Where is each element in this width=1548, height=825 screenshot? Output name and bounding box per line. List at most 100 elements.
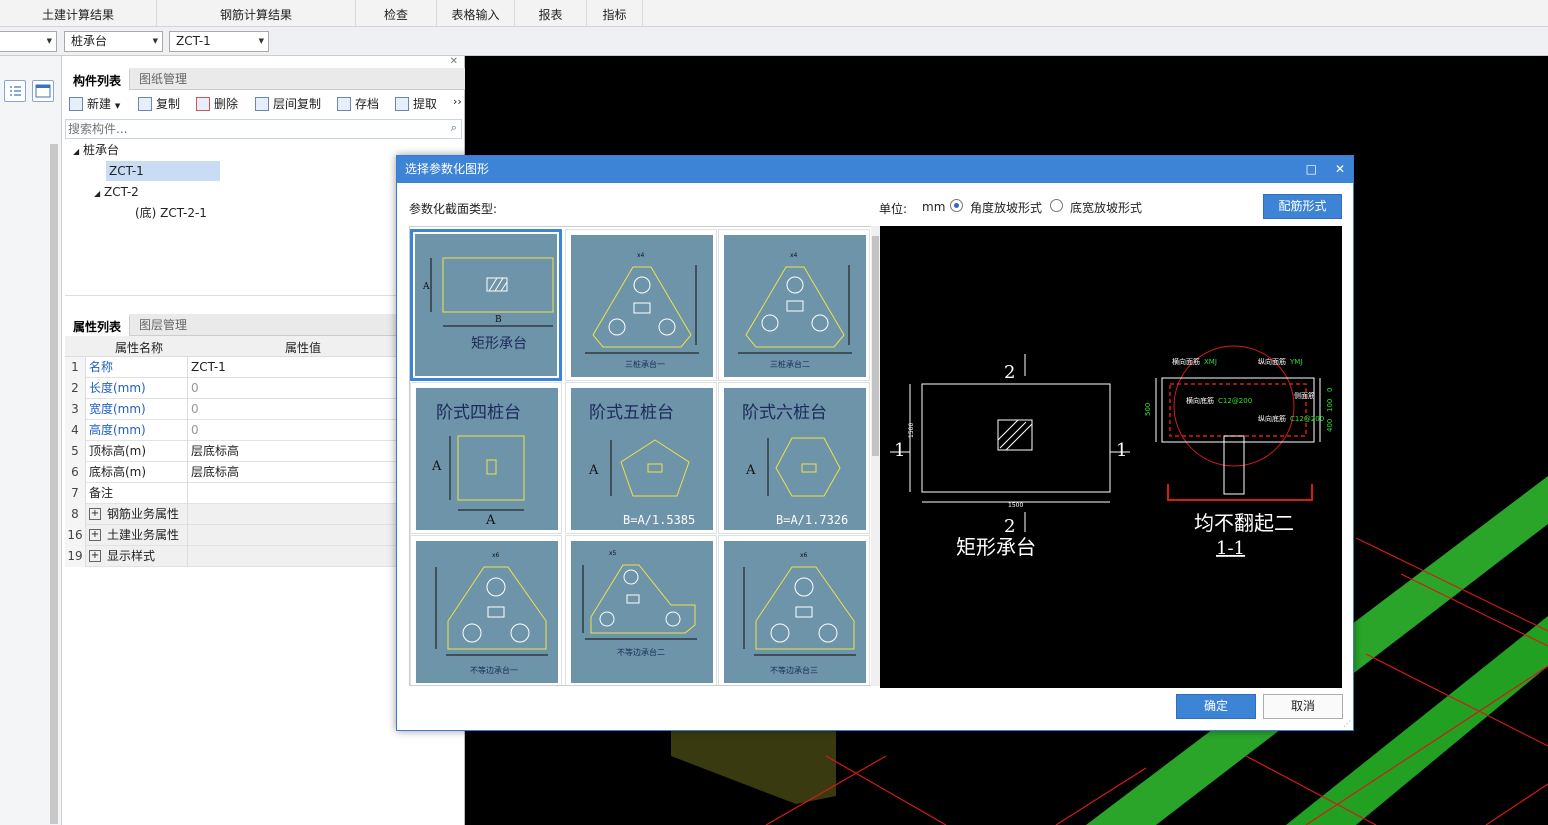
expand-plus-icon[interactable]: + — [89, 508, 101, 520]
tab-component-list[interactable]: 构件列表 — [65, 68, 131, 90]
shape-name: 不等边承台三 — [770, 665, 818, 675]
section-type-label: 参数化截面类型: — [409, 202, 498, 216]
close-icon[interactable]: ✕ — [1335, 156, 1345, 183]
shape-card-step-six[interactable]: 阶式六桩台 A B=A/1.7326 — [718, 382, 870, 534]
row-index: 6 — [65, 462, 86, 483]
delete-button[interactable]: 删除 — [196, 94, 238, 114]
property-value-header: 属性值 — [285, 341, 322, 355]
rebar-label: 纵向面筋 — [1258, 357, 1286, 366]
gallery-scrollbar[interactable] — [871, 226, 880, 686]
tab-drawing-management[interactable]: 图纸管理 — [131, 68, 195, 90]
three-pile-drawing: x4 三桩承台一 — [585, 252, 699, 369]
expand-icon[interactable]: ◢ — [73, 147, 79, 156]
tree-node-zct2-1[interactable]: (底) ZCT-2-1 — [135, 203, 207, 223]
dim-label: A — [588, 463, 599, 478]
search-input[interactable] — [66, 120, 426, 138]
expand-plus-icon[interactable]: + — [89, 529, 101, 541]
menu-tab-table-input[interactable]: 表格输入 — [437, 0, 515, 27]
detail-title: 1-1 — [1216, 538, 1245, 559]
radio-empty-icon — [1050, 199, 1063, 212]
width-slope-radio[interactable]: 底宽放坡形式 — [1050, 199, 1160, 215]
copy-button[interactable]: 复制 — [138, 94, 180, 114]
tree-node-zct2[interactable]: ◢ ZCT-2 — [94, 182, 139, 202]
archive-label: 存档 — [355, 97, 380, 111]
unequal-cap-drawing-1: x6 不等边承台一 — [435, 552, 548, 675]
floor-copy-label: 层间复制 — [273, 97, 322, 111]
tab-property-list[interactable]: 属性列表 — [65, 314, 131, 336]
cancel-button[interactable]: 取消 — [1263, 694, 1343, 719]
menu-tab-civil-results[interactable]: 土建计算结果 — [0, 0, 157, 27]
rebar-label: 侧面筋 — [1294, 391, 1315, 400]
tree-node-root[interactable]: ◢ 桩承台 — [73, 140, 119, 160]
property-name: 高度(mm) — [89, 423, 146, 437]
expand-icon[interactable]: ◢ — [94, 189, 100, 198]
shape-name: 三桩承台二 — [770, 359, 810, 369]
shape-card-three-pile-1[interactable]: x4 三桩承台一 — [565, 229, 717, 381]
tree-node-zct1[interactable]: ZCT-1 — [106, 161, 220, 181]
property-value[interactable]: 层底标高 — [191, 441, 239, 461]
property-value[interactable]: 0 — [191, 420, 199, 440]
unit-value: mm — [922, 200, 946, 214]
dim-label: B — [495, 315, 502, 325]
pile-cap-3d — [671, 728, 836, 804]
property-value[interactable]: 0 — [191, 378, 199, 398]
new-icon — [69, 97, 83, 111]
section-mark: 2 — [1004, 362, 1015, 383]
floor-copy-button[interactable]: 层间复制 — [255, 94, 321, 114]
menu-tab-report[interactable]: 报表 — [515, 0, 587, 27]
scrollbar[interactable] — [50, 144, 58, 824]
list-view-icon[interactable] — [4, 80, 26, 102]
property-value[interactable]: 层底标高 — [191, 462, 239, 482]
resize-grip-icon[interactable]: ⋰ — [1343, 719, 1351, 728]
dim-label: A — [422, 282, 430, 292]
close-icon[interactable]: ✕ — [450, 56, 458, 67]
shape-card-unequal-2[interactable]: x5 不等边承台二 — [565, 535, 717, 685]
shape-card-three-pile-2[interactable]: x4 三桩承台二 — [718, 229, 870, 381]
row-index: 1 — [65, 357, 86, 378]
maximize-icon[interactable]: □ — [1306, 156, 1317, 183]
property-name-header: 属性名称 — [115, 341, 164, 355]
menu-tab-check[interactable]: 检查 — [356, 0, 437, 27]
shape-card-unequal-3[interactable]: x6 不等边承台三 — [718, 535, 870, 685]
table-view-icon[interactable] — [32, 80, 54, 102]
copy-icon — [138, 97, 152, 111]
shape-card-rect[interactable]: A B 矩形承台 — [410, 229, 562, 381]
new-button[interactable]: 新建 ▼ — [69, 94, 120, 114]
shape-card-unequal-1[interactable]: x6 不等边承台一 — [410, 535, 562, 685]
tree-node-label: ZCT-2 — [103, 185, 139, 199]
more-button[interactable]: ›› — [453, 95, 462, 108]
parametric-shape-dialog: 选择参数化图形 □ ✕ 参数化截面类型: 单位: mm 角度放坡形式 底宽放坡形… — [396, 155, 1354, 731]
tree-node-label: (底) ZCT-2-1 — [135, 206, 207, 220]
expand-plus-icon[interactable]: + — [89, 550, 101, 562]
delete-label: 删除 — [214, 97, 239, 111]
tab-layer-management[interactable]: 图层管理 — [131, 314, 195, 336]
floor-combo[interactable]: ▼ — [0, 31, 57, 52]
component-combo[interactable]: ZCT-1 ▼ — [169, 31, 269, 52]
step-six-drawing: 阶式六桩台 A B=A/1.7326 — [742, 403, 848, 527]
rebar-code: C12@200 — [1218, 397, 1252, 405]
component-type-combo[interactable]: 桩承台 ▼ — [64, 31, 163, 52]
shape-card-step-four[interactable]: 阶式四桩台 A A — [410, 382, 562, 534]
property-value[interactable]: 0 — [191, 399, 199, 419]
row-index: 7 — [65, 483, 86, 504]
property-name: 底标高(m) — [89, 465, 147, 479]
menu-tab-rebar-results[interactable]: 钢筋计算结果 — [157, 0, 356, 27]
scrollbar-thumb[interactable] — [872, 236, 879, 456]
rebar-label: 横向底筋 — [1186, 396, 1214, 405]
dim-width-label: 1500 — [1008, 502, 1023, 509]
row-index: 5 — [65, 441, 86, 462]
extract-button[interactable]: 提取 — [395, 94, 437, 114]
shape-card-step-five[interactable]: 阶式五桩台 A B=A/1.5385 — [565, 382, 717, 534]
archive-button[interactable]: 存档 — [337, 94, 379, 114]
ok-button[interactable]: 确定 — [1176, 694, 1256, 719]
search-icon[interactable]: ⌕ — [451, 121, 457, 135]
extract-icon — [395, 97, 409, 111]
dim-label: 400 — [1326, 419, 1334, 432]
row-index: 19 — [65, 546, 86, 567]
rebar-form-button[interactable]: 配筋形式 — [1263, 194, 1342, 219]
angle-slope-radio[interactable]: 角度放坡形式 — [950, 199, 1060, 215]
side-mark: 1 — [894, 440, 905, 461]
property-name: 名称 — [89, 360, 114, 374]
menu-tab-index[interactable]: 指标 — [587, 0, 643, 27]
property-value[interactable]: ZCT-1 — [191, 357, 226, 377]
